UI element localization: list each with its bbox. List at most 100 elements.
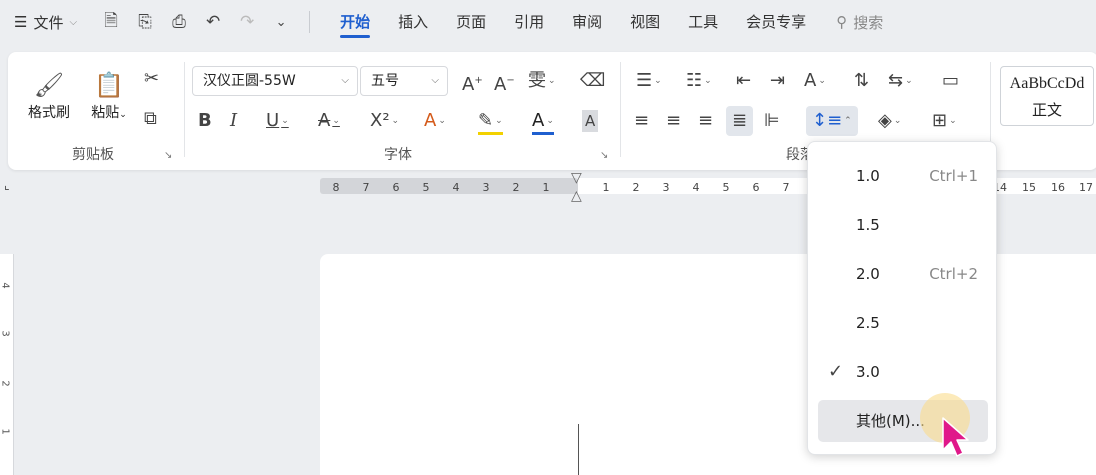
tab-stop-icon[interactable]: ⌞	[4, 178, 10, 192]
grow-font-icon[interactable]: A+	[462, 70, 483, 96]
paste-button[interactable]: 📋 粘贴⌄	[84, 68, 134, 122]
text-cursor	[578, 424, 579, 475]
format-painter-button[interactable]: 🖌 格式刷	[22, 68, 76, 122]
ruler-mark: 5	[722, 181, 730, 194]
line-spacing-1-5[interactable]: 1.5	[818, 204, 988, 246]
style-sample-text: AaBbCcDd	[1009, 75, 1085, 92]
font-size-value: 五号	[371, 73, 399, 89]
ruler-mark: 5	[422, 181, 430, 194]
mouse-pointer-icon	[942, 417, 969, 457]
clear-format-icon[interactable]: ⌫	[580, 70, 605, 92]
clipboard-dialog-launcher-icon[interactable]: ↘	[164, 150, 172, 161]
search-box[interactable]: ⚲ 搜索	[836, 12, 883, 33]
line-spacing-value: 1.0	[856, 167, 880, 185]
show-marks-icon[interactable]: ⇆ ⌄	[888, 70, 913, 92]
ruler-mark: 2	[632, 181, 640, 194]
bullets-icon[interactable]: ☰ ⌄	[636, 70, 662, 92]
ruler-mark: 3	[0, 330, 11, 337]
highlight-icon[interactable]: ✎ ⌄	[478, 110, 503, 135]
increase-indent-icon[interactable]: ⇥	[770, 70, 785, 92]
ruler-mark: 2	[0, 380, 11, 387]
print-preview-icon[interactable]: ⎙	[169, 12, 189, 32]
menu-bar: ☰ 文件 ⌵ 🗎 ⎘ ⎙ ↶ ↷ ⌄ 开始 插入 页面 引用 审阅 视图 工具 …	[0, 0, 1096, 44]
ruler-mark: 2	[512, 181, 520, 194]
chevron-down-icon: ⌵	[341, 75, 349, 86]
ruler-mark: 1	[542, 181, 550, 194]
format-painter-label: 格式刷	[28, 105, 70, 121]
tab-member[interactable]: 会员专享	[732, 0, 820, 44]
checkmark-icon: ✓	[828, 361, 844, 382]
brush-icon: 🖌	[33, 71, 65, 99]
line-spacing-3-0[interactable]: ✓ 3.0	[818, 351, 988, 393]
bold-icon[interactable]: B	[198, 110, 212, 132]
group-divider	[184, 62, 185, 157]
ruler-mark: 1	[0, 428, 11, 435]
distributed-align-icon[interactable]: ⊫	[764, 110, 780, 132]
decrease-indent-icon[interactable]: ⇤	[736, 70, 751, 92]
undo-icon[interactable]: ↶	[203, 12, 223, 32]
tab-insert[interactable]: 插入	[384, 0, 442, 44]
tab-references[interactable]: 引用	[500, 0, 558, 44]
copy-icon[interactable]: ⧉	[144, 108, 157, 130]
tab-leader-icon[interactable]: ▭	[942, 70, 959, 92]
justify-icon[interactable]: ≣	[726, 106, 754, 136]
ruler-mark: 4	[0, 282, 11, 289]
line-spacing-value: 2.5	[856, 314, 880, 332]
tab-review[interactable]: 审阅	[558, 0, 616, 44]
line-spacing-1-0[interactable]: 1.0 Ctrl+1	[818, 155, 988, 197]
redo-icon[interactable]: ↷	[237, 12, 257, 32]
ruler-mark: 8	[332, 181, 340, 194]
tab-page[interactable]: 页面	[442, 0, 500, 44]
text-effect-icon[interactable]: A ⌄	[424, 110, 446, 132]
vertical-ruler[interactable]: 4 3 2 1	[0, 254, 14, 475]
ruler-mark: 4	[692, 181, 700, 194]
search-icon: ⚲	[836, 13, 848, 31]
line-spacing-2-0[interactable]: 2.0 Ctrl+2	[818, 253, 988, 295]
tab-view[interactable]: 视图	[616, 0, 674, 44]
align-center-icon[interactable]: ≡	[666, 110, 681, 132]
font-name-select[interactable]: 汉仪正圆-55W ⌵	[192, 66, 358, 96]
line-spacing-value: 1.5	[856, 216, 880, 234]
hamburger-icon: ☰	[14, 13, 28, 31]
ruler-mark: 3	[482, 181, 490, 194]
italic-icon[interactable]: I	[230, 110, 237, 132]
font-name-value: 汉仪正圆-55W	[203, 73, 296, 89]
character-shading-icon[interactable]: A	[582, 110, 599, 132]
first-line-indent-marker-icon[interactable]: ▽	[571, 170, 582, 186]
hanging-indent-marker-icon[interactable]: △	[571, 188, 582, 204]
search-label: 搜索	[853, 13, 884, 32]
align-right-icon[interactable]: ≡	[698, 110, 713, 132]
align-left-icon[interactable]: ≡	[634, 110, 649, 132]
quick-access-toolbar: 🗎 ⎘ ⎙ ↶ ↷ ⌄	[101, 8, 291, 37]
numbering-icon[interactable]: ☷ ⌄	[686, 70, 712, 92]
font-group-label: 字体	[384, 147, 412, 163]
superscript-icon[interactable]: X² ⌄	[370, 110, 399, 132]
tab-home[interactable]: 开始	[326, 0, 384, 44]
file-menu[interactable]: ☰ 文件 ⌵	[14, 12, 77, 33]
style-normal[interactable]: AaBbCcDd 正文	[1000, 66, 1094, 126]
font-size-select[interactable]: 五号 ⌵	[360, 66, 448, 96]
text-direction-icon[interactable]: A ⌄	[804, 70, 826, 92]
chevron-down-icon: ⌵	[69, 16, 78, 28]
line-spacing-button[interactable]: ↕≡ ⌃	[806, 106, 858, 136]
style-name: 正文	[1031, 101, 1062, 119]
ruler-mark: 7	[782, 181, 790, 194]
tab-tools[interactable]: 工具	[674, 0, 732, 44]
clipboard-group-label: 剪贴板	[72, 147, 114, 163]
export-pdf-icon[interactable]: ⎘	[135, 12, 155, 32]
underline-icon[interactable]: U ⌄	[266, 110, 289, 132]
font-dialog-launcher-icon[interactable]: ↘	[600, 150, 608, 161]
line-spacing-2-5[interactable]: 2.5	[818, 302, 988, 344]
cut-icon[interactable]: ✂	[144, 68, 159, 90]
ruler-mark: 4	[452, 181, 460, 194]
sort-icon[interactable]: ⇅	[854, 70, 869, 92]
customize-toolbar-icon[interactable]: ⌄	[271, 15, 291, 30]
strikethrough-icon[interactable]: A ⌄	[318, 110, 340, 132]
shrink-font-icon[interactable]: A−	[494, 70, 515, 96]
phonetic-guide-icon[interactable]: 雯 ⌄	[528, 70, 556, 92]
ruler-mark: 6	[392, 181, 400, 194]
save-icon[interactable]: 🗎	[101, 8, 121, 37]
shading-icon[interactable]: ◈ ⌄	[878, 110, 901, 132]
borders-icon[interactable]: ⊞ ⌄	[932, 110, 957, 132]
font-color-icon[interactable]: A ⌄	[532, 110, 554, 135]
